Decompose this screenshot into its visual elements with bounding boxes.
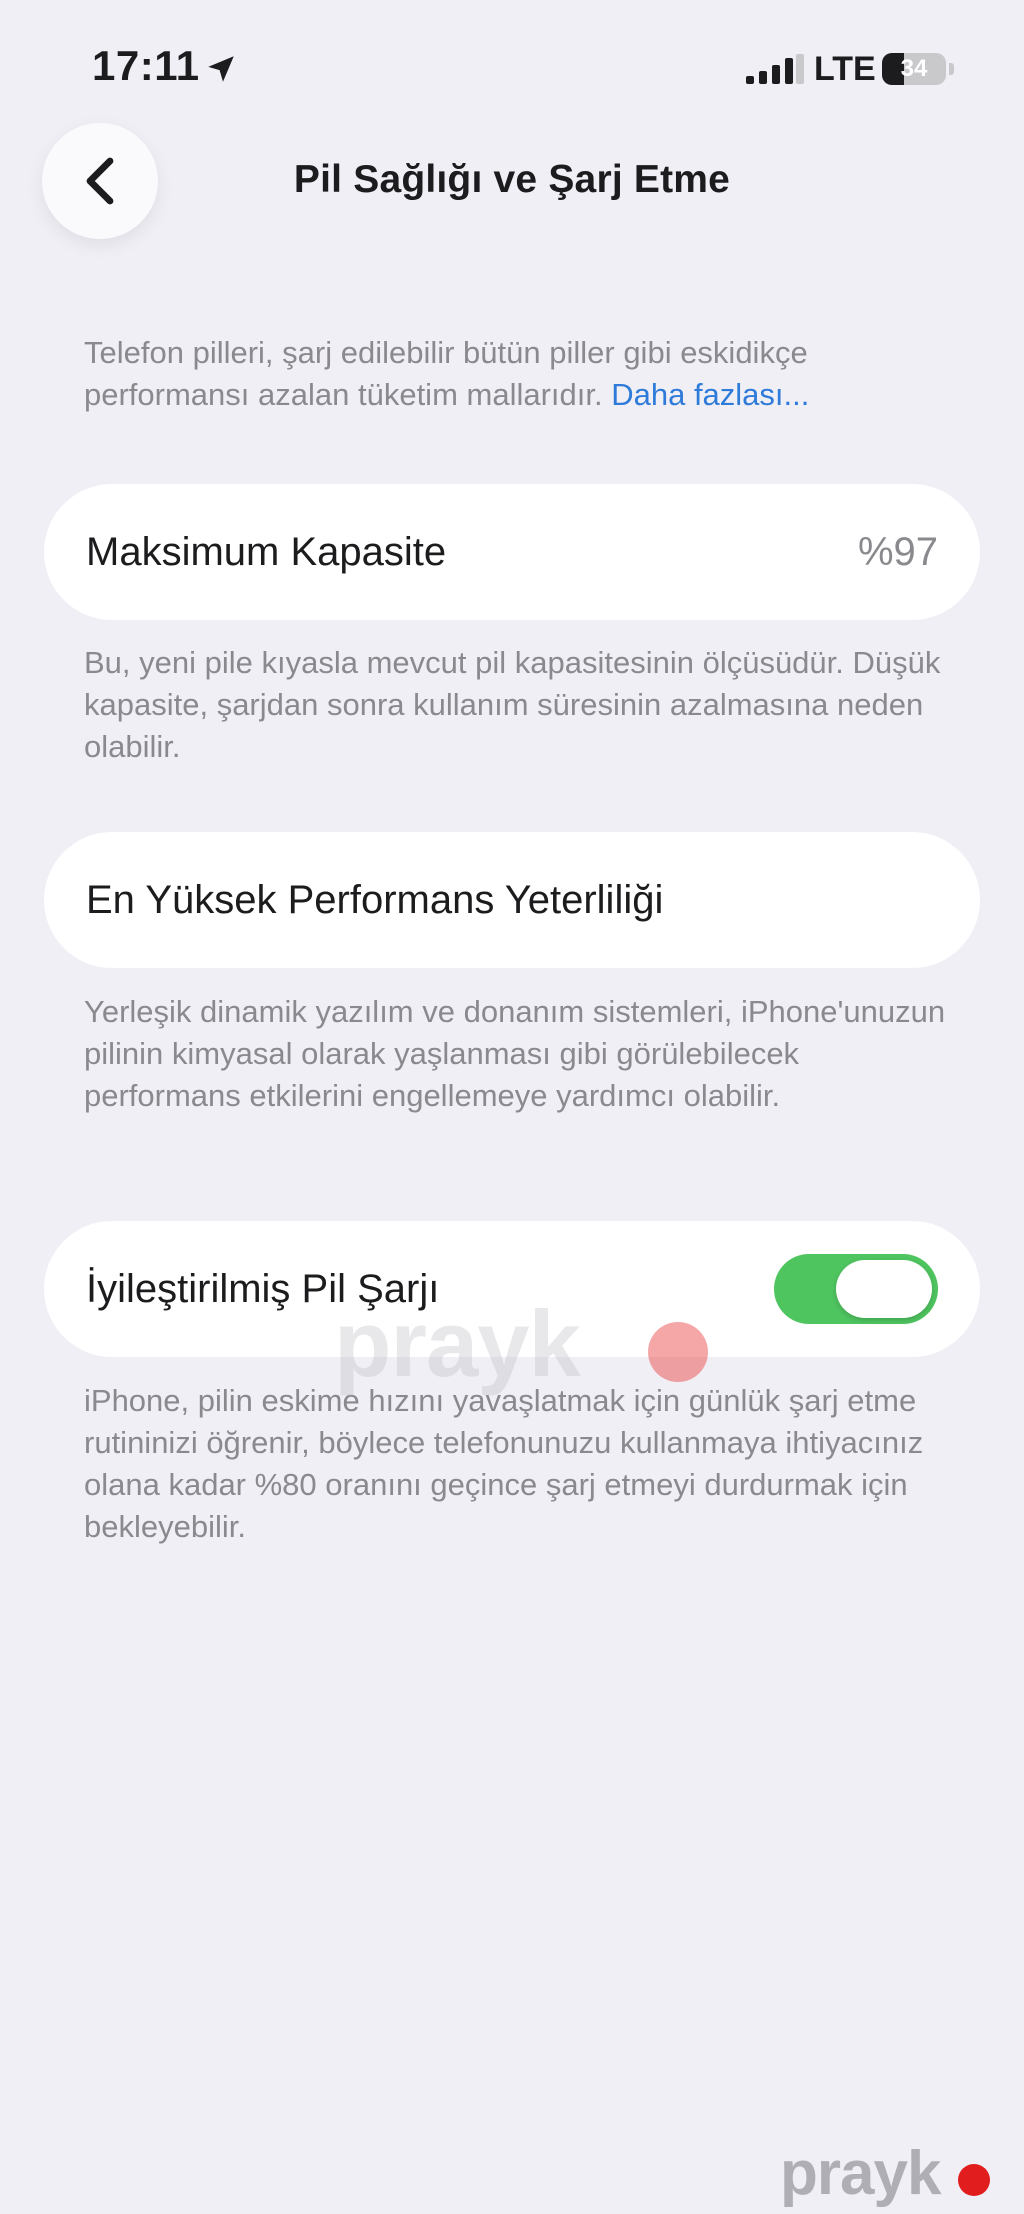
peak-performance-row: En Yüksek Performans Yeterliliği — [44, 832, 980, 968]
page-title: Pil Sağlığı ve Şarj Etme — [293, 158, 731, 201]
maximum-capacity-label: Maksimum Kapasite — [86, 530, 447, 574]
status-time: 17:11 — [92, 42, 200, 89]
peak-performance-label: En Yüksek Performans Yeterliliği — [86, 878, 664, 922]
maximum-capacity-row: Maksimum Kapasite %97 — [44, 484, 980, 620]
optimized-charging-toggle[interactable] — [774, 1254, 938, 1324]
corner-watermark-logo: prayk — [780, 2138, 990, 2209]
battery-icon: 34 — [882, 53, 946, 85]
peak-performance-footnote: Yerleşik dinamik yazılım ve donanım sist… — [84, 994, 946, 1113]
corner-watermark-dot — [958, 2164, 990, 2196]
cellular-signal-icon — [746, 54, 804, 84]
maximum-capacity-footnote: Bu, yeni pile kıyasla mevcut pil kapasit… — [84, 645, 941, 764]
watermark-logo: prayk — [334, 1290, 708, 1398]
corner-watermark-text: prayk — [780, 2139, 941, 2208]
network-type-label: LTE — [814, 50, 876, 88]
back-button[interactable] — [42, 123, 158, 239]
intro-description: Telefon pilleri, şarj edilebilir bütün p… — [84, 332, 964, 416]
optimized-charging-footnote: iPhone, pilin eskime hızını yavaşlatmak … — [84, 1383, 924, 1544]
status-bar: 17:11 LTE 34 — [0, 0, 1024, 130]
chevron-left-icon — [86, 157, 114, 205]
toggle-knob — [836, 1260, 932, 1318]
battery-level-text: 34 — [900, 55, 928, 82]
watermark-dot — [648, 1322, 708, 1382]
maximum-capacity-value: %97 — [857, 530, 938, 574]
watermark-text: prayk — [334, 1291, 581, 1396]
learn-more-link[interactable]: Daha fazlası... — [611, 377, 809, 412]
location-arrow-icon — [208, 56, 234, 82]
battery-cap — [949, 63, 954, 75]
